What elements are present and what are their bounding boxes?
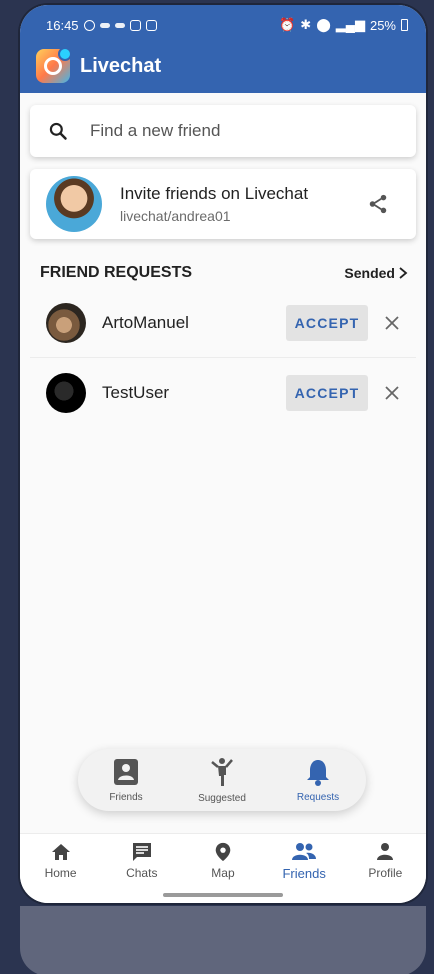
list-item: TestUser ACCEPT (30, 358, 416, 428)
nav-home[interactable]: Home (21, 842, 101, 880)
voicemail-icon (99, 22, 110, 28)
decline-button[interactable] (382, 383, 402, 403)
chevron-right-icon (399, 267, 408, 279)
location-icon: ⬤ (316, 17, 331, 32)
close-icon (385, 386, 399, 400)
status-bar: 16:45 ⏰ ✱ ⬤ ▂▄▆ 25% (20, 5, 426, 45)
bell-icon (307, 759, 329, 786)
gallery-icon (145, 19, 157, 31)
invite-text: Invite friends on Livechat livechat/andr… (120, 184, 358, 224)
sended-link[interactable]: Sended (344, 265, 408, 281)
share-button[interactable] (358, 184, 398, 224)
section-title: FRIEND REQUESTS (40, 264, 193, 281)
nav-label: Home (44, 866, 77, 880)
battery-level: 25% (369, 17, 396, 33)
accept-button[interactable]: ACCEPT (286, 375, 368, 411)
people-icon (292, 843, 317, 860)
nav-friends[interactable]: Friends (264, 842, 344, 881)
search-bar[interactable] (30, 105, 416, 157)
nav-label: Chats (126, 866, 158, 880)
app-title: Livechat (80, 54, 162, 77)
avatar (46, 373, 86, 413)
home-icon (51, 844, 70, 860)
tab-label: Requests (296, 791, 340, 803)
close-icon (385, 315, 399, 330)
tab-friends[interactable]: Friends (81, 758, 171, 803)
status-right: ⏰ ✱ ⬤ ▂▄▆ 25% (279, 17, 408, 33)
signal-icon: ▂▄▆ (335, 17, 365, 32)
tab-label: Suggested (198, 792, 246, 804)
nav-chats[interactable]: Chats (102, 842, 182, 880)
bluetooth-icon: ✱ (300, 17, 312, 32)
tab-requests[interactable]: Requests (273, 758, 363, 803)
invite-title: Invite friends on Livechat (120, 184, 309, 203)
status-time: 16:45 (46, 17, 79, 33)
tab-label: Friends (109, 791, 143, 803)
list-item: ArtoManuel ACCEPT (30, 288, 416, 358)
search-icon (49, 122, 67, 140)
invite-link: livechat/andrea01 (120, 208, 231, 224)
sended-label: Sended (344, 265, 395, 281)
home-indicator[interactable] (163, 893, 283, 897)
search-input[interactable] (90, 121, 370, 141)
accept-button[interactable]: ACCEPT (286, 304, 368, 341)
decline-button[interactable] (382, 313, 402, 333)
map-pin-icon (215, 842, 231, 862)
notification-icon (129, 19, 141, 31)
avatar (46, 176, 102, 232)
bottom-nav: Home Chats Map Friends Profile (20, 833, 426, 903)
friend-requests-header: FRIEND REQUESTS Sended (40, 261, 408, 285)
share-icon (369, 194, 387, 214)
request-name: TestUser (102, 383, 170, 402)
person-icon (377, 843, 394, 860)
person-wave-icon (211, 757, 233, 786)
app-bar: 16:45 ⏰ ✱ ⬤ ▂▄▆ 25% Livechat (20, 5, 426, 93)
instagram-icon (83, 19, 95, 31)
tab-suggested[interactable]: Suggested (177, 757, 267, 804)
nav-map[interactable]: Map (183, 842, 263, 880)
request-name: ArtoManuel (102, 312, 189, 332)
avatar (46, 302, 86, 343)
voicemail-icon-2 (114, 22, 125, 28)
nav-label: Profile (368, 866, 403, 880)
friends-content: Invite friends on Livechat livechat/andr… (20, 93, 426, 833)
app-logo-icon (36, 47, 72, 83)
phone-screen: 16:45 ⏰ ✱ ⬤ ▂▄▆ 25% Livechat Find a new … (20, 5, 426, 903)
status-left: 16:45 (46, 18, 157, 33)
nav-label: Friends (282, 866, 326, 881)
battery-icon (401, 19, 408, 31)
contact-card-icon (114, 758, 138, 785)
nav-label: Map (211, 866, 235, 880)
alarm-icon: ⏰ (279, 17, 296, 32)
chat-icon (132, 843, 151, 861)
friends-tab-bar: Friends Suggested Requests (78, 749, 366, 811)
invite-card[interactable]: Invite friends on Livechat livechat/andr… (30, 169, 416, 239)
screen-reflection (20, 906, 426, 974)
title-row: Livechat (36, 47, 162, 83)
nav-profile[interactable]: Profile (345, 842, 425, 880)
